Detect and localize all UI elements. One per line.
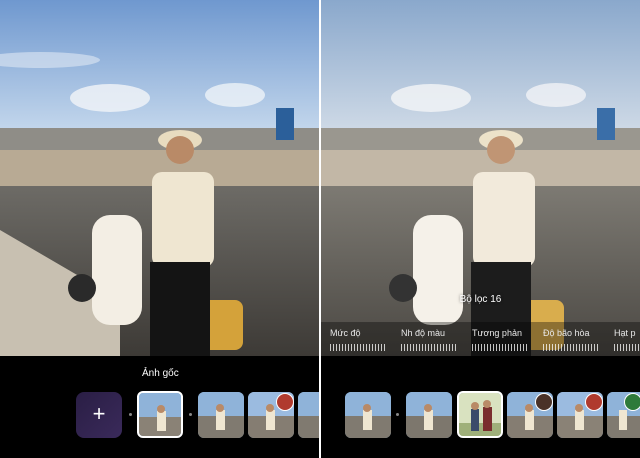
separator-dot	[396, 413, 399, 416]
filter-badge-icon	[276, 393, 294, 411]
slider-track[interactable]	[543, 344, 599, 351]
slider-label: Tương phản	[472, 328, 522, 338]
slider-track[interactable]	[401, 344, 457, 351]
slider-track[interactable]	[614, 344, 640, 351]
slider-label: Nh độ màu	[401, 328, 446, 338]
slider-grain[interactable]: Hạt p	[614, 328, 640, 351]
photo-preview	[0, 0, 319, 356]
filter-thumb-a[interactable]	[345, 392, 391, 438]
filter-thumb-1[interactable]	[198, 392, 244, 438]
filter-thumb-original[interactable]	[137, 391, 183, 438]
adjustment-sliders: Mức độ Nh độ màu Tương phản Độ bão hòa H…	[321, 322, 640, 356]
filter-strip: +	[0, 391, 319, 440]
slider-track[interactable]	[472, 344, 528, 351]
slider-intensity[interactable]: Mức độ	[330, 328, 400, 351]
filter-badge-icon	[624, 393, 640, 411]
filter-thumb-3[interactable]	[298, 392, 319, 438]
slider-saturation[interactable]: Độ bão hòa	[543, 328, 613, 351]
filter-thumb-selected[interactable]	[457, 391, 503, 438]
slider-label: Mức độ	[330, 328, 361, 338]
slider-temperature[interactable]: Nh độ màu	[401, 328, 471, 351]
separator-dot	[189, 413, 192, 416]
filter-badge-icon	[535, 393, 553, 411]
filter-thumb-b[interactable]	[406, 392, 452, 438]
panel-divider	[319, 0, 321, 458]
original-label: Ảnh gốc	[142, 368, 179, 379]
add-filter-button[interactable]: +	[76, 392, 122, 438]
filter-name-label: Bộ lọc 16	[459, 294, 502, 305]
slider-track[interactable]	[330, 344, 386, 351]
filter-strip	[321, 391, 640, 440]
slider-label: Độ bão hòa	[543, 328, 590, 338]
original-photo-panel: Ảnh gốc +	[0, 0, 319, 458]
filtered-photo-panel: Bộ lọc 16 Mức độ Nh độ màu Tương phản Độ…	[321, 0, 640, 458]
slider-label: Hạt p	[614, 328, 636, 338]
filter-badge-icon	[585, 393, 603, 411]
separator-dot	[129, 413, 132, 416]
slider-contrast[interactable]: Tương phản	[472, 328, 542, 351]
